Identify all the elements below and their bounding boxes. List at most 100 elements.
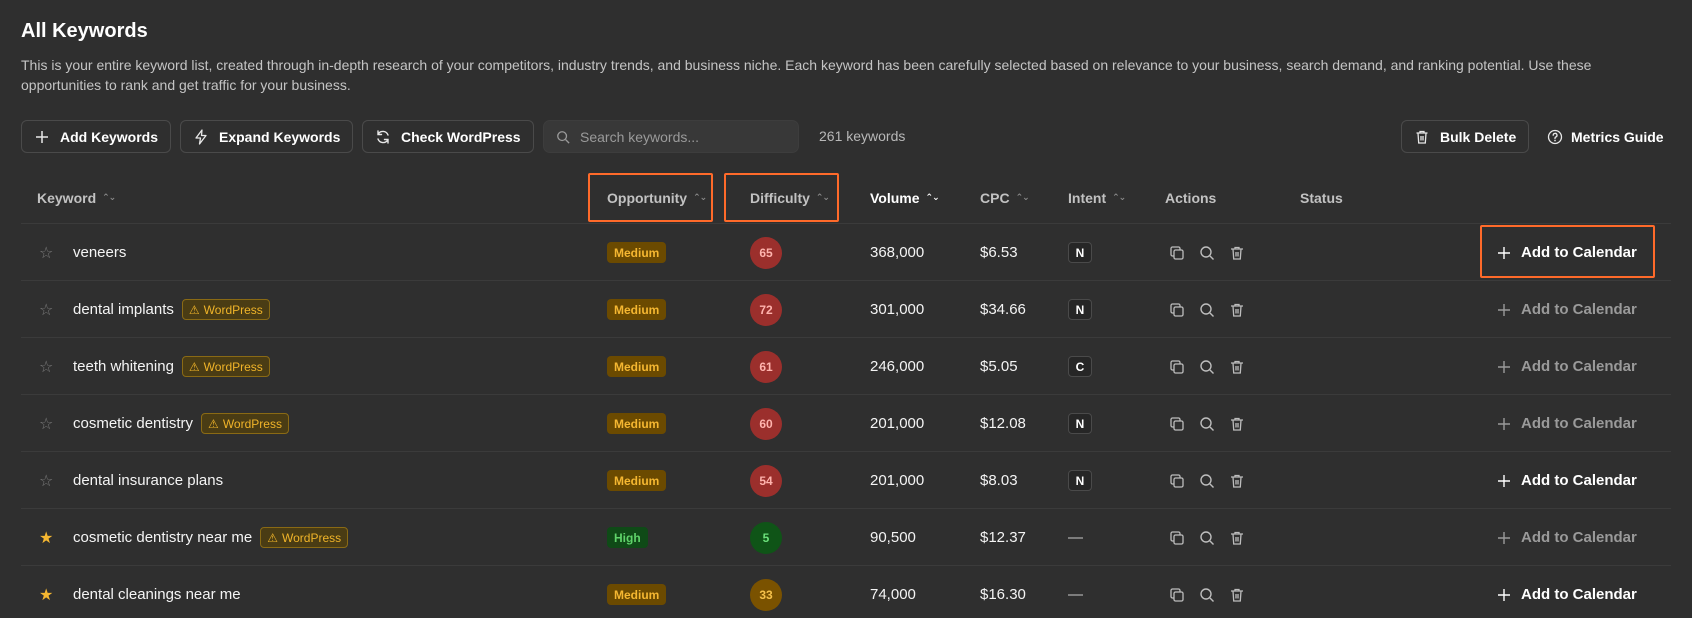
volume-value: 201,000 [870,472,925,489]
sort-icon: ⌃⌄ [1015,192,1030,202]
copy-icon[interactable] [1168,586,1186,604]
search-icon[interactable] [1198,301,1216,319]
column-header-difficulty[interactable]: Difficulty ⌃⌄ [750,171,830,224]
trash-icon[interactable] [1228,472,1246,490]
opportunity-badge: Medium [607,413,667,434]
add-keywords-button[interactable]: Add Keywords [21,120,172,153]
add-to-calendar-label: Add to Calendar [1521,244,1637,261]
column-header-status: Status [1300,171,1343,224]
copy-icon[interactable] [1168,358,1186,376]
trash-icon[interactable] [1228,415,1246,433]
keyword-text: dental implants [73,301,174,318]
keyword-cell: cosmetic dentistry ⚠ WordPress [73,395,289,452]
search-icon[interactable] [1198,529,1216,547]
copy-icon[interactable] [1168,301,1186,319]
column-header-cpc[interactable]: CPC ⌃⌄ [980,171,1030,224]
intent-empty: — [1068,586,1083,603]
search-icon[interactable] [1198,415,1216,433]
column-header-intent[interactable]: Intent ⌃⌄ [1068,171,1126,224]
difficulty-badge: 61 [750,350,782,383]
star-filled-icon[interactable]: ★ [39,528,53,548]
trash-icon[interactable] [1228,301,1246,319]
wordpress-warning-badge[interactable]: ⚠ WordPress [260,527,349,548]
copy-icon[interactable] [1168,415,1186,433]
column-header-opportunity[interactable]: Opportunity ⌃⌄ [607,171,707,224]
row-actions [1168,281,1246,338]
copy-icon[interactable] [1168,529,1186,547]
add-to-calendar-label: Add to Calendar [1521,472,1637,489]
keyword-text: dental insurance plans [73,472,224,489]
trash-icon[interactable] [1228,358,1246,376]
add-to-calendar-button[interactable]: Add to Calendar [1497,224,1637,281]
add-to-calendar-button[interactable]: Add to Calendar [1497,509,1637,566]
keyword-text: veneers [73,244,127,261]
cpc-value: $16.30 [980,586,1026,603]
plus-icon [1498,303,1510,316]
warning-icon: ⚠ [267,530,278,545]
star-outline-icon[interactable]: ☆ [39,357,53,377]
table-row: ☆ teeth whitening ⚠ WordPress Medium 61 24… [21,338,1671,395]
trash-icon [1416,130,1428,144]
keyword-cell: dental insurance plans [73,452,223,509]
volume-value: 246,000 [870,358,925,375]
plus-icon [1498,531,1510,544]
star-outline-icon[interactable]: ☆ [39,471,53,491]
add-to-calendar-button[interactable]: Add to Calendar [1497,452,1637,509]
table-row: ☆ dental insurance plans Medium 54 201,0… [21,452,1671,509]
star-outline-icon[interactable]: ☆ [39,300,53,320]
check-wordpress-button[interactable]: Check WordPress [362,120,534,153]
plus-icon [1498,246,1510,259]
intent-badge: N [1068,242,1092,263]
star-filled-icon[interactable]: ★ [39,585,53,605]
search-icon[interactable] [1198,472,1216,490]
sort-icon: ⌃⌄ [925,192,940,202]
row-actions [1168,338,1246,395]
page-title: All Keywords [21,20,148,42]
keyword-count: 261 keywords [819,128,906,144]
search-input[interactable] [580,128,780,145]
opportunity-badge: Medium [607,356,667,377]
lightning-icon [195,128,207,145]
sort-icon: ⌃⌄ [102,192,116,202]
search-icon[interactable] [1198,586,1216,604]
trash-icon[interactable] [1228,586,1246,604]
copy-icon[interactable] [1168,472,1186,490]
column-header-volume[interactable]: Volume ⌃⌄ [870,171,940,224]
trash-icon[interactable] [1228,244,1246,262]
expand-keywords-button[interactable]: Expand Keywords [180,120,354,153]
difficulty-badge: 33 [750,578,782,611]
star-outline-icon[interactable]: ☆ [39,243,53,263]
add-to-calendar-button[interactable]: Add to Calendar [1497,566,1637,618]
keyword-text: cosmetic dentistry [73,415,194,432]
cpc-value: $5.05 [980,358,1018,375]
warning-icon: ⚠ [188,302,200,317]
wordpress-warning-badge[interactable]: ⚠ WordPress [201,413,289,434]
star-outline-icon[interactable]: ☆ [39,414,53,434]
warning-icon: ⚠ [188,359,200,374]
wordpress-warning-badge[interactable]: ⚠ WordPress [181,299,270,320]
cpc-value: $12.37 [980,529,1026,546]
wordpress-badge-label: WordPress [203,359,263,374]
table-row: ★ dental cleanings near me Medium 33 74,… [21,566,1671,618]
column-header-keyword[interactable]: Keyword ⌃⌄ [37,171,116,224]
copy-icon[interactable] [1168,244,1186,262]
add-to-calendar-button[interactable]: Add to Calendar [1497,395,1637,452]
search-icon[interactable] [1198,358,1216,376]
difficulty-badge: 65 [750,236,782,269]
row-actions [1168,224,1246,281]
search-icon [557,130,570,144]
search-icon[interactable] [1198,244,1216,262]
metrics-guide-button[interactable]: Metrics Guide [1547,120,1664,153]
trash-icon[interactable] [1228,529,1246,547]
warning-icon: ⚠ [208,416,219,431]
column-label: CPC [980,189,1010,206]
wordpress-warning-badge[interactable]: ⚠ WordPress [181,356,270,377]
keyword-text: cosmetic dentistry near me [73,529,253,546]
table-row: ☆ cosmetic dentistry ⚠ WordPress Medium 60… [21,395,1671,452]
keyword-cell: dental implants ⚠ WordPress [73,281,270,338]
intent-badge: N [1068,299,1092,320]
bulk-delete-button[interactable]: Bulk Delete [1401,120,1530,153]
add-to-calendar-button[interactable]: Add to Calendar [1497,338,1637,395]
add-to-calendar-button[interactable]: Add to Calendar [1497,281,1637,338]
keyword-cell: cosmetic dentistry near me ⚠ WordPress [73,509,349,566]
